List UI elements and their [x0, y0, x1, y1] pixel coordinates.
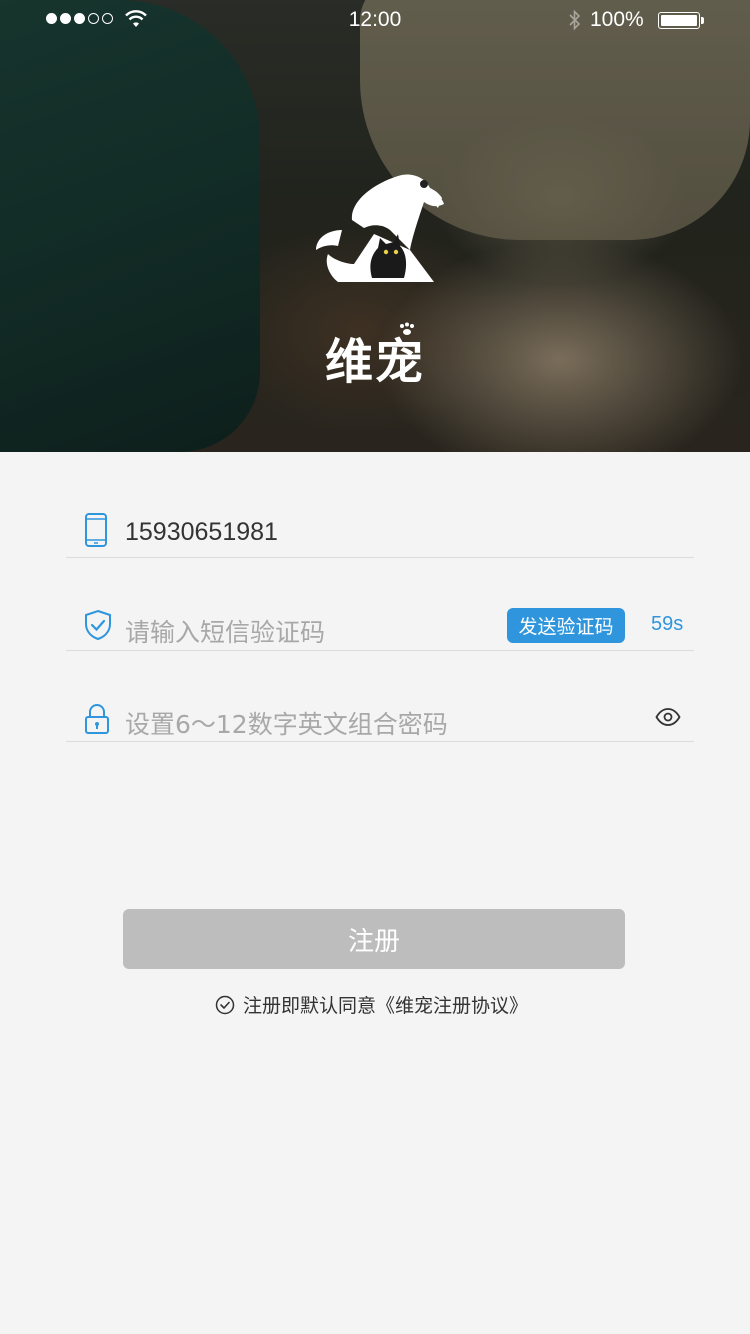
phone-icon: [85, 513, 107, 547]
eye-icon[interactable]: [655, 707, 681, 727]
countdown-timer: 59s: [651, 613, 684, 635]
brand-logo-icon: [316, 174, 444, 282]
password-divider: [66, 741, 694, 742]
send-code-button[interactable]: 发送验证码: [507, 608, 625, 643]
phone-input[interactable]: 15930651981: [125, 518, 278, 547]
password-input[interactable]: 设置6～12数字英文组合密码: [125, 705, 448, 741]
battery-icon: [658, 12, 704, 29]
shield-check-icon: [85, 609, 111, 641]
phone-divider: [66, 557, 694, 558]
brand-name: 维宠: [324, 334, 425, 390]
lock-icon: [85, 704, 109, 734]
sms-code-input[interactable]: 请输入短信验证码: [125, 613, 325, 649]
bluetooth-icon: [569, 9, 581, 31]
agreement-row[interactable]: 注册即默认同意《维宠注册协议》: [215, 991, 528, 1018]
status-bar: 12:00 100%: [0, 0, 750, 40]
paw-icon: [400, 322, 414, 335]
register-button[interactable]: 注册: [123, 909, 625, 969]
check-circle-icon[interactable]: [215, 995, 235, 1015]
battery-percent: 100%: [590, 8, 644, 31]
agreement-text[interactable]: 注册即默认同意《维宠注册协议》: [243, 991, 528, 1018]
sms-divider: [66, 650, 694, 651]
